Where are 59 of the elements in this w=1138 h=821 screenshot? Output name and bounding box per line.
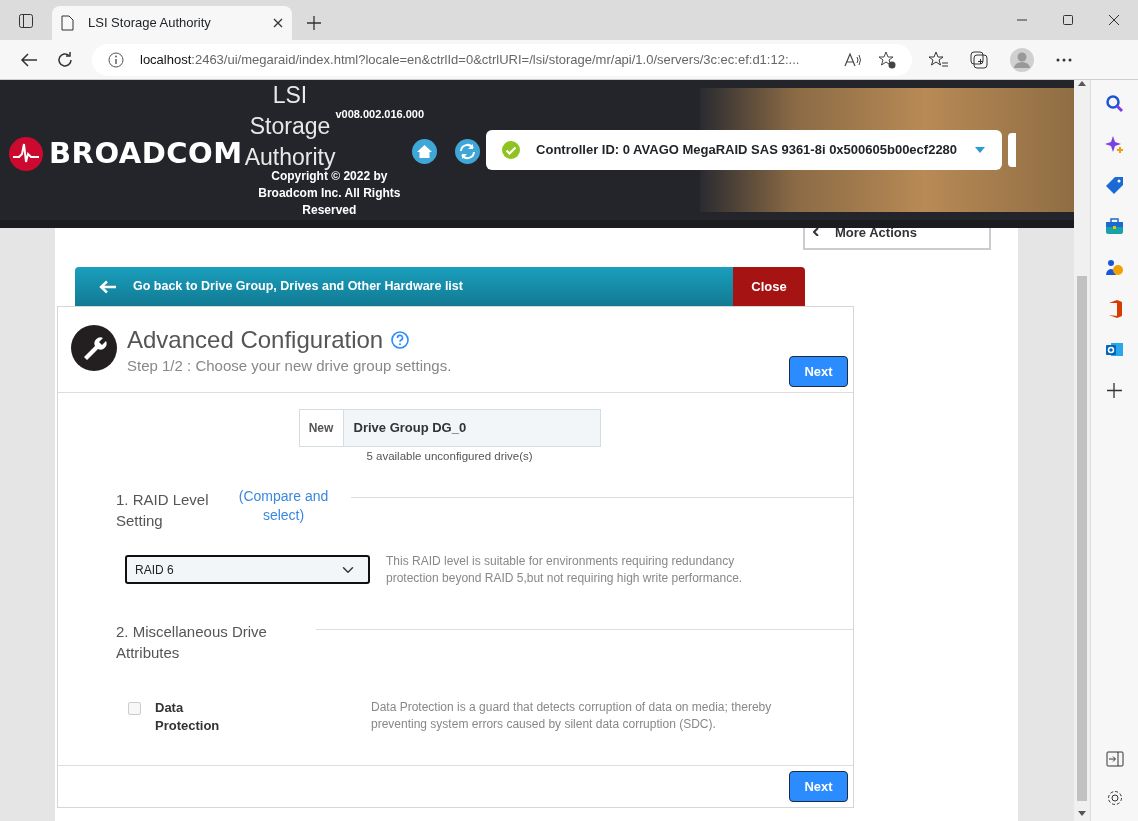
home-icon[interactable] <box>412 139 438 164</box>
page-icon <box>60 15 74 31</box>
checkbox[interactable] <box>128 702 141 716</box>
logo-icon <box>9 136 43 171</box>
scrollbar-thumb[interactable] <box>1077 276 1087 801</box>
available-drives-text: 5 available unconfigured drive(s) <box>366 449 533 464</box>
close-icon[interactable] <box>1108 14 1120 26</box>
chevron-icon <box>813 228 819 236</box>
url-text: localhost:2463/ui/megaraid/index.html?locale=en&ctrlId=0&ctrlURI=/lsi/storage/mr/api/1.0/servers/3c:ec:ef:d1:12:... <box>140 51 800 67</box>
section-title: 1. RAID Level Setting <box>116 490 210 532</box>
search-icon[interactable] <box>1105 94 1124 113</box>
wrench-icon <box>71 325 117 371</box>
copyright-text: Copyright © 2022 by Broadcom Inc. All Rights Reserved <box>258 169 402 219</box>
section-title: 2. Miscellaneous Drive Attributes <box>116 622 268 664</box>
profile-avatar-icon[interactable] <box>1010 47 1034 72</box>
toolbox-icon[interactable] <box>1105 217 1124 236</box>
controller-selector[interactable]: Controller ID: 0 AVAGO MegaRAID SAS 9361-8i 0x500605b00ecf2280 <box>486 130 1003 170</box>
mail-icon[interactable] <box>1105 340 1124 359</box>
arrow-left-icon <box>99 279 117 294</box>
logo-text: BROADCOM <box>49 135 243 172</box>
close-icon[interactable] <box>272 17 284 29</box>
tab-title: LSI Storage Authority <box>88 14 212 33</box>
tab-actions-icon[interactable] <box>18 13 34 29</box>
more-actions-button[interactable]: More Actions <box>803 228 991 250</box>
step-text: Step 1/2 : Choose your new drive group settings. <box>127 356 453 376</box>
settings-icon[interactable] <box>1105 789 1124 807</box>
app-name: LSI Storage Authority <box>244 81 336 172</box>
drive-group-field[interactable]: New Drive Group DG_0 <box>298 409 601 447</box>
caret-icon <box>974 146 987 154</box>
back-icon[interactable] <box>20 51 38 68</box>
browser-tab[interactable]: LSI Storage Authority <box>52 6 292 40</box>
plus-icon[interactable] <box>1105 381 1124 400</box>
info-icon <box>108 51 124 68</box>
close-button[interactable]: Close <box>733 267 805 306</box>
address-bar[interactable]: localhost:2463/ui/megaraid/index.html?locale=en&ctrlId=0&ctrlURI=/lsi/storage/mr/api/1.0/servers/3c:ec:ef:d1:12:... <box>92 43 912 76</box>
sparkle-icon[interactable] <box>1105 135 1124 154</box>
scroll-down-icon[interactable] <box>1078 811 1086 817</box>
dropdown-edge <box>1008 133 1017 167</box>
back-link[interactable]: Go back to Drive Group, Drives and Other Hardware list <box>75 267 733 306</box>
help-icon[interactable] <box>391 331 410 349</box>
checkbox-label: Data Protection <box>155 699 221 736</box>
collections-icon[interactable] <box>970 50 988 69</box>
games-icon[interactable] <box>1105 258 1124 277</box>
raid-level-select[interactable]: RAID 6 <box>125 555 370 585</box>
compare-link[interactable]: (Compare and select) <box>226 487 341 526</box>
attribute-description: Data Protection is a guard that detects corruption of data on media; thereby preventing system errors caused by silent data corruption (SDC). <box>371 699 773 734</box>
favorites-icon[interactable] <box>928 50 948 69</box>
version-text: v008.002.016.000 <box>335 107 425 122</box>
refresh-icon[interactable] <box>56 50 74 69</box>
maximize-icon[interactable] <box>1062 14 1074 26</box>
more-icon[interactable] <box>1056 57 1072 62</box>
tag-icon[interactable] <box>1105 176 1124 195</box>
refresh-icon[interactable] <box>455 139 481 164</box>
read-aloud-icon[interactable] <box>844 51 862 68</box>
raid-level-description: This RAID level is suitable for environments requiring redundancy protection beyond RAID 5,but not requiring high write performance. <box>386 553 744 588</box>
wizard-title: Advanced Configuration <box>127 325 384 355</box>
new-tab-icon[interactable] <box>306 15 322 31</box>
hide-sidebar-icon[interactable] <box>1105 751 1124 767</box>
favorite-add-icon[interactable] <box>878 50 896 69</box>
